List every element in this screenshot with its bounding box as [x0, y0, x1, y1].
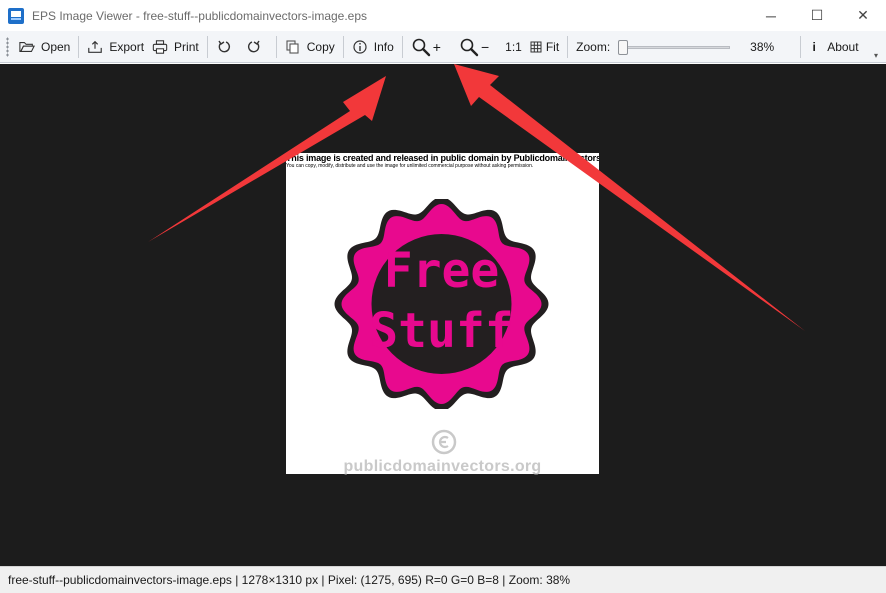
zoom-slider[interactable] — [618, 39, 731, 55]
zoom-in-button[interactable]: + — [407, 35, 445, 59]
zoom-out-button[interactable]: − — [455, 35, 493, 59]
seal-text-stuff: Stuff — [369, 303, 514, 359]
window-controls: ─ ☐ ✕ — [748, 0, 886, 31]
info-icon — [352, 39, 368, 55]
toolbar-separator — [206, 35, 208, 58]
copy-label: Copy — [306, 39, 335, 54]
rotate-left-button[interactable] — [212, 35, 242, 59]
actual-size-label: 1:1 — [505, 39, 522, 54]
toolbar-separator — [800, 35, 802, 58]
rotate-cw-icon — [246, 39, 262, 55]
zoom-label-text: Zoom: — [576, 39, 611, 54]
info-label: Info — [373, 39, 394, 54]
magnifier-icon — [459, 37, 479, 57]
export-button[interactable]: Export — [83, 35, 148, 59]
rotate-right-button[interactable] — [242, 35, 272, 59]
print-button[interactable]: Print — [148, 35, 203, 59]
window-title: EPS Image Viewer - free-stuff--publicdom… — [32, 8, 368, 23]
magnifier-icon — [411, 37, 431, 57]
rendered-image: This image is created and released in pu… — [286, 153, 599, 475]
fit-label: Fit — [545, 39, 560, 54]
image-subheader-text: You can copy, modify, distribute and use… — [286, 163, 534, 169]
image-header-text: This image is created and released in pu… — [286, 153, 599, 163]
open-button[interactable]: Open — [15, 35, 74, 59]
toolbar-separator — [401, 35, 403, 58]
fit-grid-icon — [530, 41, 542, 53]
title-bar: EPS Image Viewer - free-stuff--publicdom… — [0, 0, 886, 31]
about-button[interactable]: i About — [805, 35, 862, 59]
toolbar-separator — [275, 35, 277, 58]
public-domain-logo-icon — [431, 429, 457, 455]
rotate-ccw-icon — [216, 39, 232, 55]
toolbar-overflow-chevron-icon[interactable]: ▾ — [874, 51, 882, 61]
zoom-out-label: − — [480, 38, 490, 55]
status-text: free-stuff--publicdomainvectors-image.ep… — [8, 573, 571, 587]
toolbar-separator — [567, 35, 569, 58]
about-label: About — [827, 39, 859, 54]
copy-button[interactable]: Copy — [281, 35, 339, 59]
free-stuff-seal-graphic: Free Stuff — [334, 199, 549, 409]
fit-button[interactable]: Fit — [526, 35, 563, 59]
minimize-button[interactable]: ─ — [748, 0, 794, 31]
zoom-slider-track[interactable] — [618, 45, 731, 49]
export-label: Export — [109, 39, 145, 54]
toolbar-grip[interactable] — [6, 36, 9, 57]
close-button[interactable]: ✕ — [840, 0, 886, 31]
zoom-label: Zoom: — [572, 35, 614, 59]
toolbar-separator — [78, 35, 80, 58]
folder-open-icon — [19, 39, 35, 55]
toolbar-separator — [342, 35, 344, 58]
image-canvas[interactable]: This image is created and released in pu… — [0, 64, 886, 566]
export-icon — [87, 39, 103, 55]
printer-icon — [152, 39, 168, 55]
info-button[interactable]: Info — [348, 35, 398, 59]
seal-text-free: Free — [384, 243, 500, 299]
copy-icon — [285, 39, 301, 55]
image-watermark-text: publicdomainvectors.org — [343, 458, 542, 475]
status-bar: free-stuff--publicdomainvectors-image.ep… — [0, 566, 886, 593]
maximize-button[interactable]: ☐ — [794, 0, 840, 31]
print-label: Print — [174, 39, 199, 54]
about-info-icon: i — [812, 39, 816, 54]
eps-app-icon — [8, 7, 24, 24]
zoom-value: 38% — [750, 39, 775, 54]
zoom-slider-thumb[interactable] — [618, 39, 629, 55]
toolbar: Open Export Print Copy Info + − 1:1 Fit … — [0, 31, 886, 63]
zoom-in-label: + — [432, 38, 441, 55]
open-label: Open — [41, 39, 71, 54]
actual-size-button[interactable]: 1:1 — [501, 35, 526, 59]
